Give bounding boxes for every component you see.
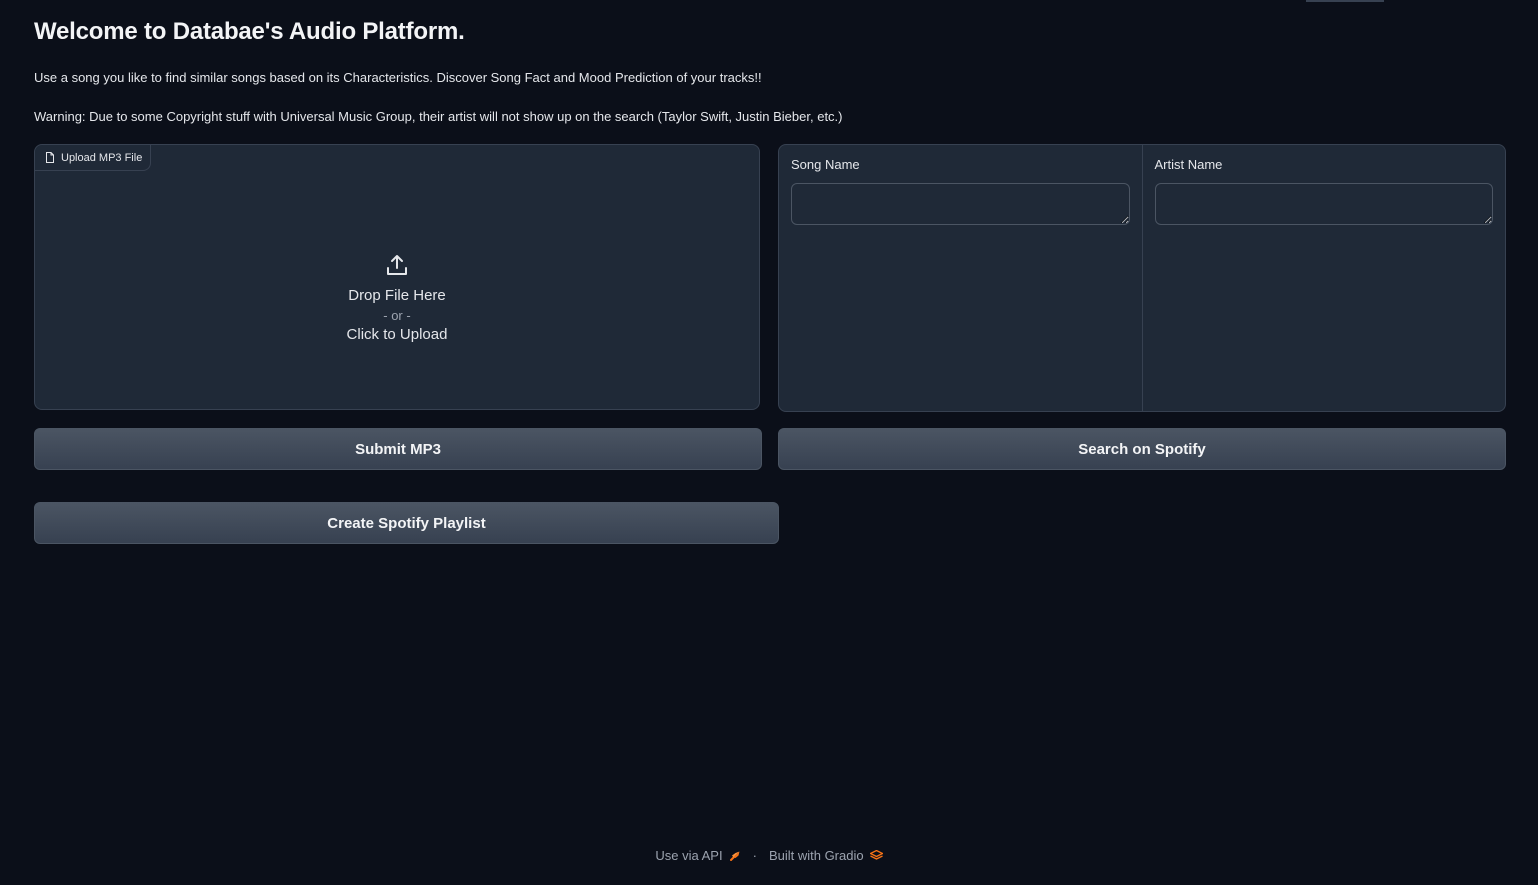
- song-name-input[interactable]: [791, 183, 1130, 225]
- song-name-label: Song Name: [791, 157, 860, 172]
- gradio-logo-icon: [869, 850, 883, 861]
- upload-icon: [385, 253, 409, 277]
- use-via-api-link[interactable]: Use via API: [655, 848, 740, 863]
- file-icon: [45, 152, 55, 163]
- rocket-icon: [729, 850, 741, 862]
- create-playlist-button[interactable]: Create Spotify Playlist: [34, 502, 779, 544]
- drop-file-text: Drop File Here: [348, 287, 446, 304]
- top-tab-indicator: [1306, 0, 1384, 2]
- artist-name-input[interactable]: [1154, 183, 1493, 225]
- artist-name-label: Artist Name: [1154, 157, 1223, 172]
- file-drop-zone[interactable]: Drop File Here - or - Click to Upload: [35, 253, 759, 343]
- page-description: Use a song you like to find similar song…: [34, 70, 762, 85]
- page-title: Welcome to Databae's Audio Platform.: [34, 18, 465, 45]
- upload-label-tag: Upload MP3 File: [35, 145, 152, 171]
- mp3-upload-panel[interactable]: Upload MP3 File Drop File Here - or - Cl…: [34, 144, 760, 410]
- use-via-api-text: Use via API: [655, 848, 723, 863]
- search-spotify-button[interactable]: Search on Spotify: [778, 428, 1506, 470]
- built-with-gradio-link[interactable]: Built with Gradio: [769, 848, 883, 863]
- footer: Use via API · Built with Gradio: [0, 848, 1538, 863]
- copyright-warning: Warning: Due to some Copyright stuff wit…: [34, 109, 843, 124]
- song-search-form: Song Name Artist Name: [778, 144, 1506, 412]
- click-to-upload-text: Click to Upload: [346, 326, 448, 343]
- song-name-column: Song Name: [779, 145, 1142, 411]
- or-separator-text: - or -: [383, 308, 411, 323]
- submit-mp3-button[interactable]: Submit MP3: [34, 428, 762, 470]
- footer-separator: ·: [752, 848, 757, 863]
- built-with-gradio-text: Built with Gradio: [768, 848, 864, 863]
- upload-label-text: Upload MP3 File: [61, 151, 143, 164]
- artist-name-column: Artist Name: [1141, 145, 1506, 411]
